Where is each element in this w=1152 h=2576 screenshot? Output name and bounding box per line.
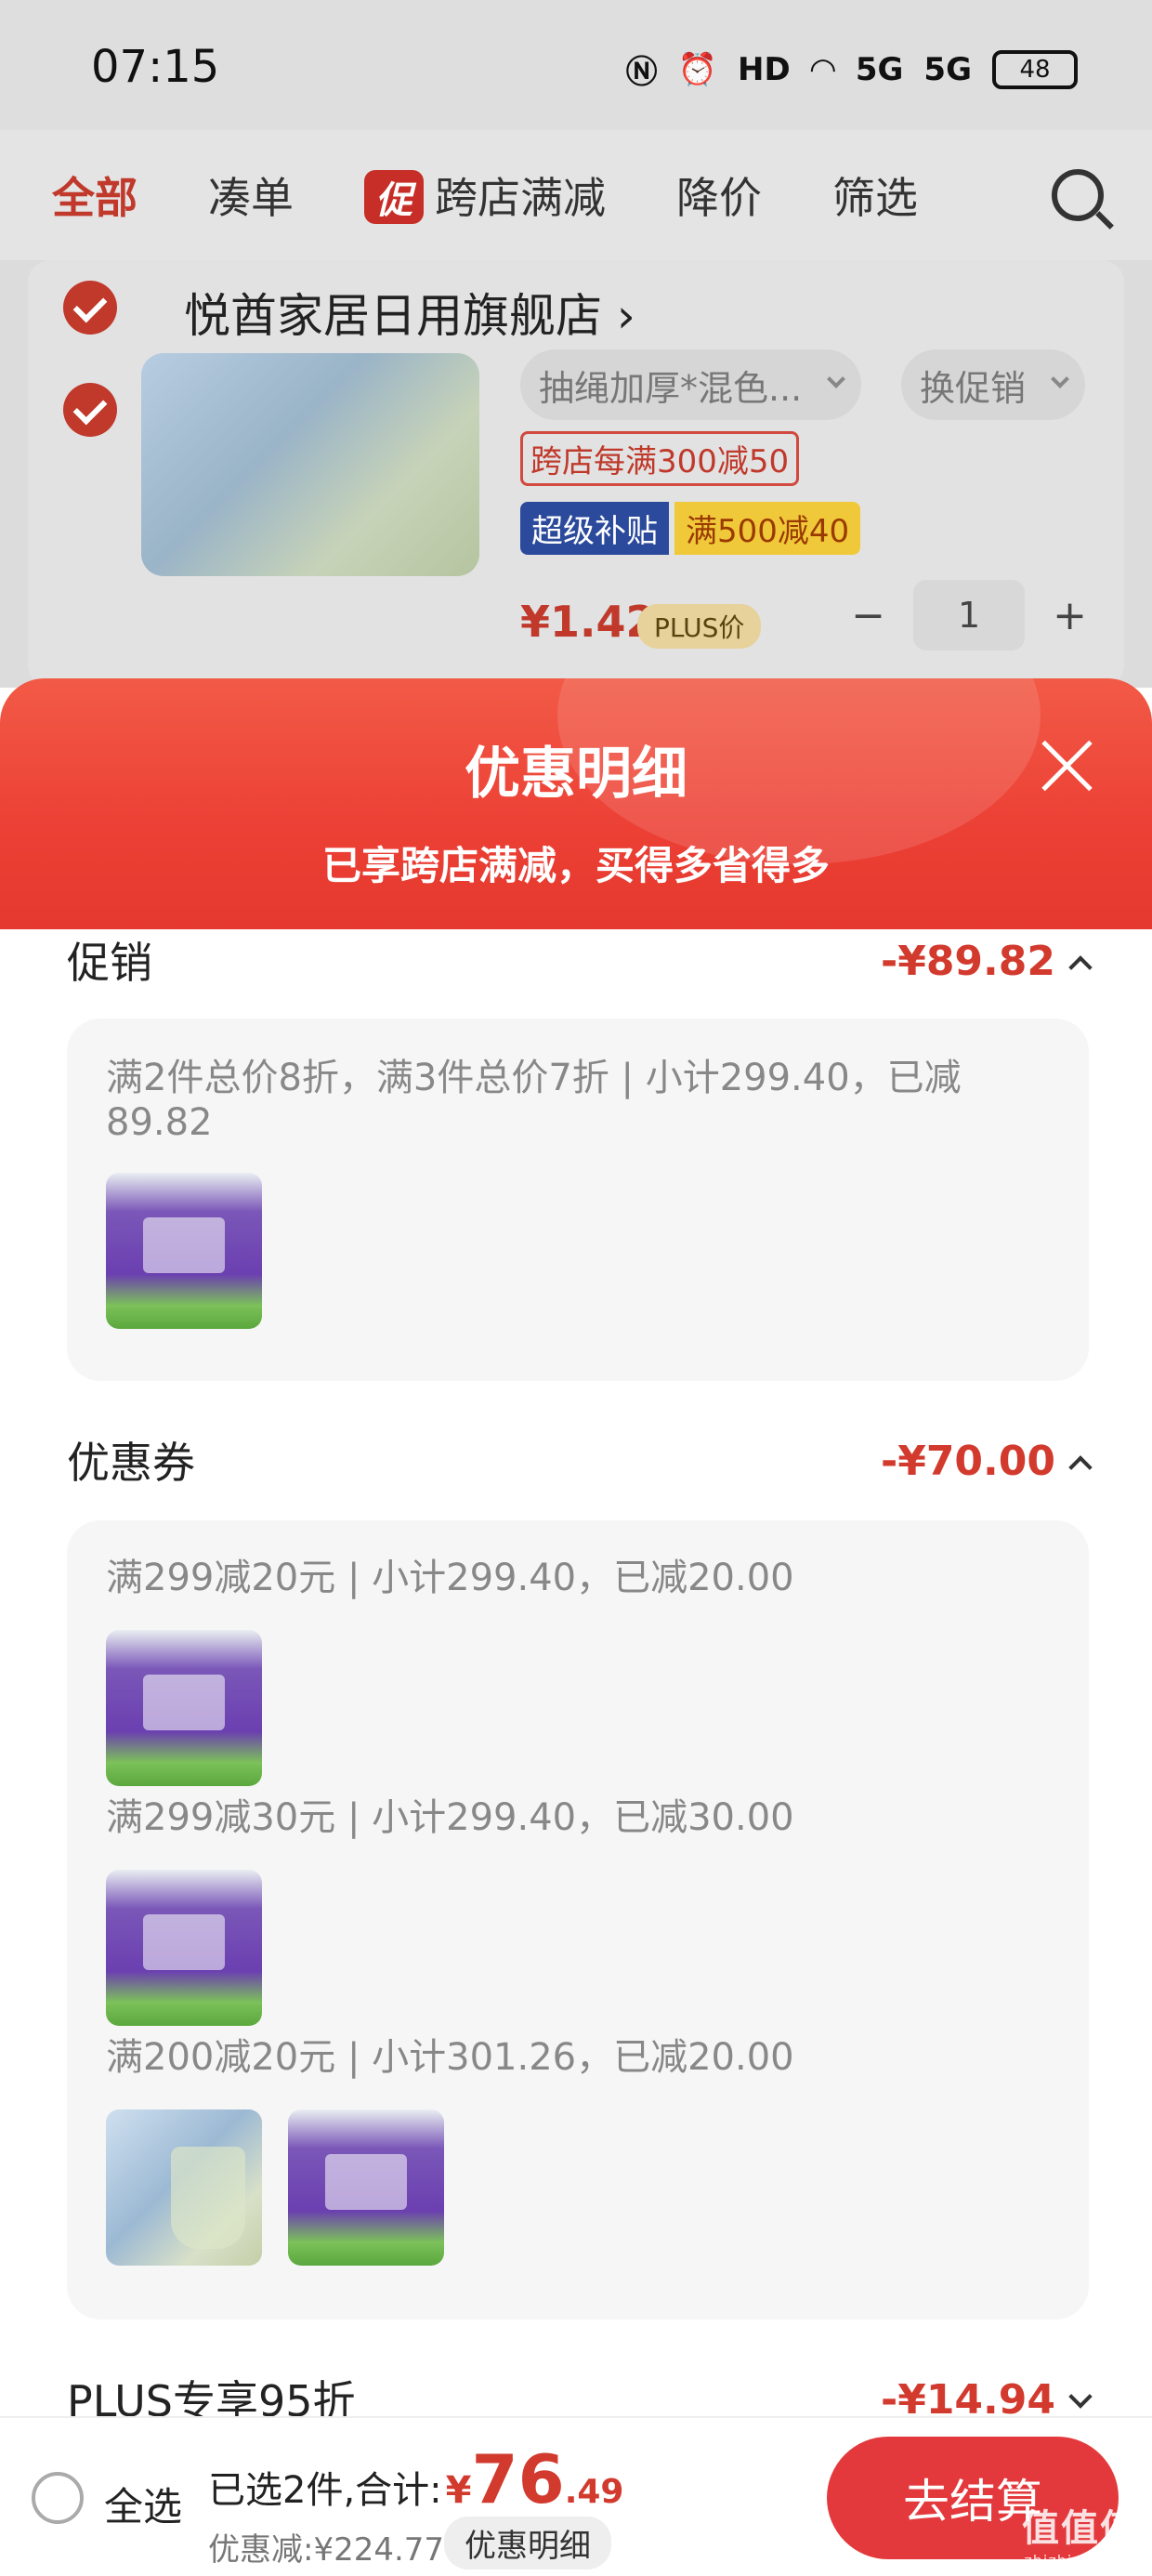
coupon-desc: 满299减30元 | 小计299.40，已减30.00 [106,1796,794,1839]
discount-detail-header: 优惠明细 已享跨店满减，买得多省得多 [0,678,1152,929]
wifi-icon: ◠ [810,50,835,88]
tab-cross-store[interactable]: 促跨店满减 [364,164,606,226]
store-check-icon[interactable] [63,281,117,335]
product-check-icon[interactable] [63,383,117,437]
watermark-logo: 值值值 zhizhizhi.com [1022,2498,1139,2569]
checkout-bar: 全选 已选2件,合计: ¥ 76 .49 优惠减:¥224.77 优惠明细 去结… [0,2416,1152,2576]
coupon-card: 满299减20元 | 小计299.40，已减20.00 满299减30元 | 小… [67,1520,1089,2320]
section-title: 优惠券 [67,1438,195,1488]
tab-price-drop[interactable]: 降价 [676,164,762,226]
tab-filter[interactable]: 筛选 [832,164,918,226]
signal-5g-icon-2: 5G [923,50,972,88]
promo-switch[interactable]: 换促销 [901,349,1086,420]
total-line: 已选2件,合计: ¥ 76 .49 [208,2446,623,2514]
selected-label: 已选2件,合计: [208,2469,442,2512]
tab-cross-store-label: 跨店满减 [435,173,606,223]
product-thumbnail[interactable] [106,1870,262,2026]
promotion-card: 满2件总价8折，满3件总价7折 | 小计299.40，已减89.82 [67,1019,1089,1381]
store-card: 悦酋家居日用旗舰店 › 抽绳加厚*混色... 换促销 跨店每满300减50 超级… [28,260,1124,688]
coupon-desc: 满299减20元 | 小计299.40，已减20.00 [106,1557,794,1599]
product-image[interactable] [141,353,479,576]
status-bar: 07:15 Ⓝ ⏰ HD ◠ 5G 5G 48 [0,0,1152,130]
select-all-label[interactable]: 全选 [104,2476,182,2532]
section-title: PLUS专享95折 [67,2376,356,2416]
chevron-down-icon [1068,2384,1093,2409]
section-promotion-header[interactable]: 促销 -¥89.82 [67,929,1093,991]
coupon-desc: 满200减20元 | 小计301.26，已减20.00 [106,2036,794,2079]
quantity-stepper: − 1 + [851,580,1087,651]
product-price: ¥1.42 [520,597,656,647]
subsidy-tag: 超级补贴 [520,502,669,555]
subsidy-value-tag: 满500减40 [674,502,861,555]
nfc-icon: Ⓝ [625,54,658,91]
store-name[interactable]: 悦酋家居日用旗舰店 › [184,279,635,346]
product-thumbnail[interactable] [288,2109,444,2266]
section-title: 促销 [67,938,152,988]
section-plus-header[interactable]: PLUS专享95折 -¥14.94 [67,2368,1093,2416]
plus-price-tag: PLUS价 [637,604,762,649]
cross-store-tag: 跨店每满300减50 [520,431,800,486]
discount-detail-body: 促销 -¥89.82 满2件总价8折，满3件总价7折 | 小计299.40，已减… [26,929,1126,2416]
status-time: 07:15 [91,41,220,93]
store-name-label: 悦酋家居日用旗舰店 [184,289,602,343]
sku-selector[interactable]: 抽绳加厚*混色... [520,349,862,420]
quantity-input[interactable]: 1 [913,580,1026,651]
section-coupon-header[interactable]: 优惠券 -¥70.00 [67,1429,1093,1491]
total-decimal: .49 [564,2473,624,2511]
tab-combine[interactable]: 凑单 [208,164,294,226]
chevron-right-icon: › [616,289,635,343]
promo-badge: 促 [364,170,424,224]
promotion-desc: 满2件总价8折，满3件总价7折 | 小计299.40，已减89.82 [106,1057,962,1144]
section-amount: -¥89.82 [880,938,1055,985]
search-icon[interactable] [1052,169,1104,221]
hd-icon: HD [738,50,791,88]
chevron-up-icon [1068,1454,1093,1479]
discount-detail-button[interactable]: 优惠明细 [444,2517,611,2569]
alarm-icon: ⏰ [677,50,717,88]
select-all-radio[interactable] [32,2472,84,2524]
product-thumbnail[interactable] [106,1173,262,1329]
status-icons: Ⓝ ⏰ HD ◠ 5G 5G 48 [626,46,1078,92]
signal-5g-icon-1: 5G [855,50,904,88]
close-icon[interactable] [1037,736,1096,795]
chevron-down-icon [827,370,846,388]
watermark-text: 值值值 [1022,2507,1139,2550]
section-amount: -¥70.00 [880,1438,1055,1485]
modal-subtitle: 已享跨店满减，买得多省得多 [321,843,830,888]
tab-all[interactable]: 全部 [52,164,137,226]
currency-symbol: ¥ [445,2469,472,2512]
discount-amount: 优惠减:¥224.77 [208,2531,445,2569]
product-thumbnail[interactable] [106,2109,262,2266]
plus-button[interactable]: + [1053,592,1087,639]
filter-tabs: 全部 凑单 促跨店满减 降价 筛选 [0,130,1152,260]
modal-title: 优惠明细 [465,742,687,807]
total-integer: 76 [471,2440,565,2518]
product-thumbnail[interactable] [106,1630,262,1786]
battery-icon: 48 [992,49,1078,89]
watermark-url: zhizhizhi.com [1024,2552,1137,2569]
minus-button[interactable]: − [851,592,885,639]
chevron-up-icon [1068,954,1093,979]
sku-label: 抽绳加厚*混色... [539,367,803,409]
chevron-down-icon [1051,370,1070,388]
promo-switch-label: 换促销 [920,367,1027,409]
section-amount: -¥14.94 [880,2376,1055,2416]
cart-background: 悦酋家居日用旗舰店 › 抽绳加厚*混色... 换促销 跨店每满300减50 超级… [0,260,1152,688]
